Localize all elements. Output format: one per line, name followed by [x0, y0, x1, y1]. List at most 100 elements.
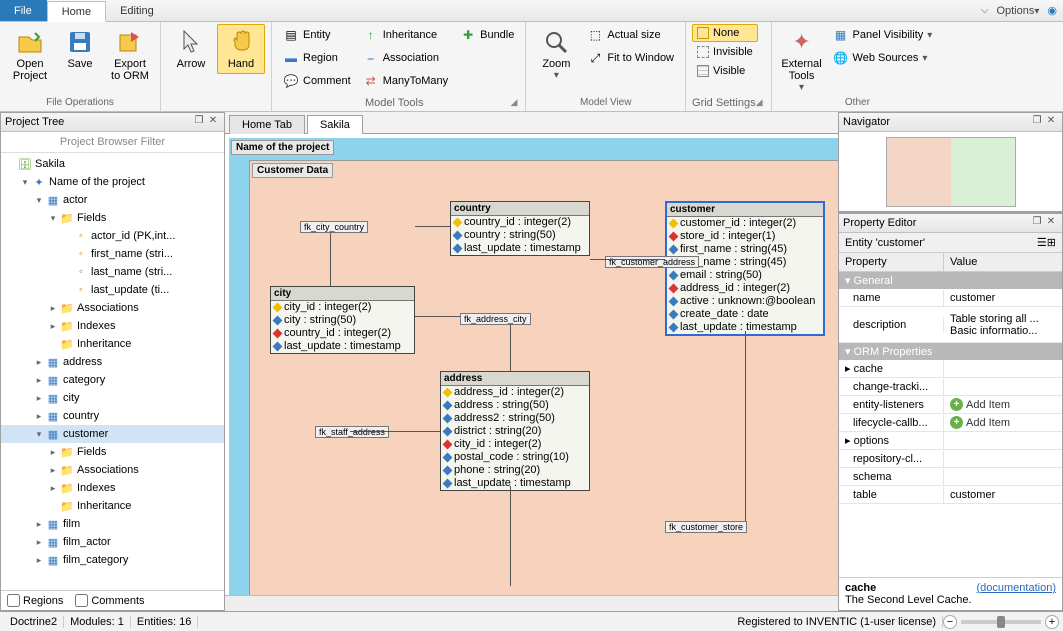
comments-checkbox[interactable]: Comments [75, 594, 144, 607]
prop-row-entity-listeners[interactable]: entity-listeners+Add Item [839, 396, 1062, 414]
add-item-button[interactable]: +Add Item [950, 398, 1010, 411]
entity-field[interactable]: district : string(20) [441, 425, 589, 438]
tree-item[interactable]: ▸📁Indexes [1, 479, 224, 497]
tree-item[interactable]: ▾▦actor [1, 191, 224, 209]
zoom-out-button[interactable]: − [943, 615, 957, 629]
external-tools-button[interactable]: ✦External Tools▾ [778, 24, 826, 97]
close-panel-icon[interactable]: ✕ [206, 115, 220, 129]
prop-row-change-tracking[interactable]: change-tracki... [839, 378, 1062, 396]
prop-row-description[interactable]: descriptionTable storing all ...Basic in… [839, 307, 1062, 343]
export-orm-button[interactable]: Export to ORM [106, 24, 154, 86]
entity-field[interactable]: city : string(50) [271, 314, 414, 327]
comment-tool[interactable]: 💬Comment [278, 70, 356, 92]
inheritance-tool[interactable]: ↑Inheritance [358, 24, 453, 46]
grid-none[interactable]: None [692, 24, 758, 42]
entity-field[interactable]: phone : string(20) [441, 464, 589, 477]
arrow-tool[interactable]: Arrow [167, 24, 215, 74]
entity-field[interactable]: country_id : integer(2) [451, 216, 589, 229]
web-sources[interactable]: 🌐Web Sources ▾ [828, 47, 938, 69]
m2m-tool[interactable]: ⇄ManyToMany [358, 70, 453, 92]
entity-field[interactable]: city_id : integer(2) [271, 301, 414, 314]
fk-customer-store[interactable]: fk_customer_store [665, 521, 747, 533]
tree-item[interactable]: ▸📁Fields [1, 443, 224, 461]
prop-row-repository-class[interactable]: repository-cl... [839, 450, 1062, 468]
close-panel-icon[interactable]: ✕ [1044, 216, 1058, 230]
float-panel-icon[interactable]: ❐ [1030, 115, 1044, 129]
entity-field[interactable]: country : string(50) [451, 229, 589, 242]
tree-project[interactable]: ▾✦Name of the project [1, 173, 224, 191]
add-item-button[interactable]: +Add Item [950, 416, 1010, 429]
entity-field[interactable]: last_update : timestamp [271, 340, 414, 353]
model-tools-expand-icon[interactable]: ◢ [510, 97, 519, 108]
prop-row-options[interactable]: ▸ options [839, 432, 1062, 450]
panel-visibility[interactable]: ▦Panel Visibility ▾ [828, 24, 938, 46]
close-panel-icon[interactable]: ✕ [1044, 115, 1058, 129]
collapse-ribbon-icon[interactable]: ⌵ [981, 5, 989, 16]
entity-field[interactable]: address : string(50) [441, 399, 589, 412]
tree-item[interactable]: ▸▦film [1, 515, 224, 533]
tree-item[interactable]: ▾📁Fields [1, 209, 224, 227]
tree-item[interactable]: ◦actor_id (PK,int... [1, 227, 224, 245]
project-tree[interactable]: 🗄Sakila ▾✦Name of the project ▾▦actor▾📁F… [1, 153, 224, 590]
open-project-button[interactable]: Open Project [6, 24, 54, 86]
tree-item[interactable]: 📁Inheritance [1, 335, 224, 353]
prop-row-lifecycle[interactable]: lifecycle-callb...+Add Item [839, 414, 1062, 432]
tree-item[interactable]: ◦last_update (ti... [1, 281, 224, 299]
tree-item[interactable]: ▸▦film_actor [1, 533, 224, 551]
prop-menu-icon[interactable]: ☰ [1037, 236, 1047, 249]
tree-item[interactable]: ◦last_name (stri... [1, 263, 224, 281]
navigator-thumbnail[interactable] [839, 132, 1062, 212]
zoom-in-button[interactable]: + [1045, 615, 1059, 629]
prop-add-icon[interactable]: ⊞ [1047, 236, 1056, 249]
horizontal-scrollbar[interactable] [225, 595, 838, 611]
entity-field[interactable]: customer_id : integer(2) [667, 217, 823, 230]
prop-row-name[interactable]: namecustomer [839, 289, 1062, 307]
float-panel-icon[interactable]: ❐ [1030, 216, 1044, 230]
tree-item[interactable]: ▸▦address [1, 353, 224, 371]
association-tool[interactable]: ⎯Association [358, 47, 453, 69]
fk-address-city[interactable]: fk_address_city [460, 313, 531, 325]
options-menu[interactable]: Options▾ [996, 5, 1039, 17]
entity-field[interactable]: first_name : string(45) [667, 243, 823, 256]
entity-field[interactable]: last_update : timestamp [451, 242, 589, 255]
project-browser-filter[interactable]: Project Browser Filter [1, 132, 224, 153]
entity-field[interactable]: city_id : integer(2) [441, 438, 589, 451]
fk-staff-address[interactable]: fk_staff_address [315, 426, 389, 438]
entity-customer[interactable]: customer customer_id : integer(2)store_i… [665, 201, 825, 336]
tree-item[interactable]: ▸▦film_category [1, 551, 224, 569]
fk-city-country[interactable]: fk_city_country [300, 221, 368, 233]
entity-field[interactable]: address2 : string(50) [441, 412, 589, 425]
documentation-link[interactable]: (documentation) [976, 582, 1056, 594]
entity-address[interactable]: address address_id : integer(2)address :… [440, 371, 590, 491]
tree-item[interactable]: ◦first_name (stri... [1, 245, 224, 263]
grid-invisible[interactable]: Invisible [692, 43, 758, 61]
menu-home[interactable]: Home [47, 1, 106, 22]
entity-country[interactable]: country country_id : integer(2)country :… [450, 201, 590, 256]
tree-item[interactable]: ▸📁Indexes [1, 317, 224, 335]
zoom-slider[interactable] [961, 620, 1041, 624]
prop-row-schema[interactable]: schema [839, 468, 1062, 486]
tree-item[interactable]: ▸▦category [1, 371, 224, 389]
tree-item[interactable]: ▾▦customer [1, 425, 224, 443]
regions-checkbox[interactable]: Regions [7, 594, 63, 607]
tree-item[interactable]: ▸▦country [1, 407, 224, 425]
prop-section-orm[interactable]: ▾ORM Properties [839, 343, 1062, 360]
tree-item[interactable]: ▸▦city [1, 389, 224, 407]
fit-window-button[interactable]: ⤢Fit to Window [582, 47, 679, 69]
actual-size-button[interactable]: ⬚Actual size [582, 24, 679, 46]
fk-customer-address[interactable]: fk_customer_address [605, 256, 699, 268]
entity-field[interactable]: store_id : integer(1) [667, 230, 823, 243]
region-tool[interactable]: ▬Region [278, 47, 356, 69]
tab-sakila[interactable]: Sakila [307, 115, 363, 134]
grid-visible[interactable]: Visible [692, 62, 758, 80]
help-icon[interactable]: ◉ [1047, 4, 1057, 17]
grid-expand-icon[interactable]: ◢ [756, 97, 765, 108]
entity-field[interactable]: postal_code : string(10) [441, 451, 589, 464]
entity-field[interactable]: last_update : timestamp [441, 477, 589, 490]
tree-item[interactable]: ▸📁Associations [1, 299, 224, 317]
tree-item[interactable]: 📁Inheritance [1, 497, 224, 515]
entity-city[interactable]: city city_id : integer(2)city : string(5… [270, 286, 415, 354]
prop-row-cache[interactable]: ▸ cache [839, 360, 1062, 378]
property-grid[interactable]: PropertyValue ▾General namecustomer desc… [839, 253, 1062, 577]
entity-field[interactable]: email : string(50) [667, 269, 823, 282]
